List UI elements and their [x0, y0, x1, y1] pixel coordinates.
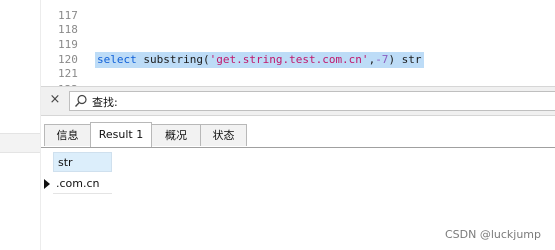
find-input[interactable]: 查找: — [69, 91, 555, 111]
result-tabs: 信息 Result 1 概况 状态 — [41, 122, 555, 148]
watermark: CSDN @luckjump — [444, 228, 541, 241]
sql-editor[interactable]: 117 118 119 select substring('get.string… — [41, 0, 555, 96]
tab-info[interactable]: 信息 — [44, 124, 91, 146]
current-row-indicator-icon — [44, 179, 50, 189]
editor-line: 121 — [41, 53, 78, 80]
sql-number-literal: -7 — [375, 53, 389, 66]
tab-profile[interactable]: 概况 — [151, 124, 201, 146]
editor-line: 117 — [41, 0, 78, 22]
table-cell[interactable]: .com.cn — [53, 174, 112, 194]
editor-line: 120 — [41, 39, 78, 66]
close-icon[interactable]: × — [47, 92, 63, 108]
find-label: 查找: — [92, 96, 118, 109]
sql-function: substring( — [143, 53, 210, 66]
search-icon — [75, 94, 87, 107]
tab-status[interactable]: 状态 — [200, 124, 247, 146]
tab-result-1[interactable]: Result 1 — [90, 122, 152, 147]
sql-keyword: select — [97, 53, 137, 66]
left-panel-highlight-row — [0, 133, 40, 153]
editor-line-selected[interactable]: 119 select substring('get.string.test.co… — [41, 24, 424, 68]
editor-line: 122 — [41, 69, 78, 96]
selected-sql-statement[interactable]: select substring('get.string.test.com.cn… — [95, 52, 424, 68]
editor-line: 118 — [41, 9, 78, 36]
sql-string-literal: 'get.string.test.com.cn' — [209, 53, 369, 66]
sql-alias: ) str — [388, 53, 422, 66]
find-bar: × 查找: — [41, 86, 555, 116]
left-panel-strip — [0, 0, 41, 250]
column-header-str[interactable]: str — [53, 152, 112, 172]
